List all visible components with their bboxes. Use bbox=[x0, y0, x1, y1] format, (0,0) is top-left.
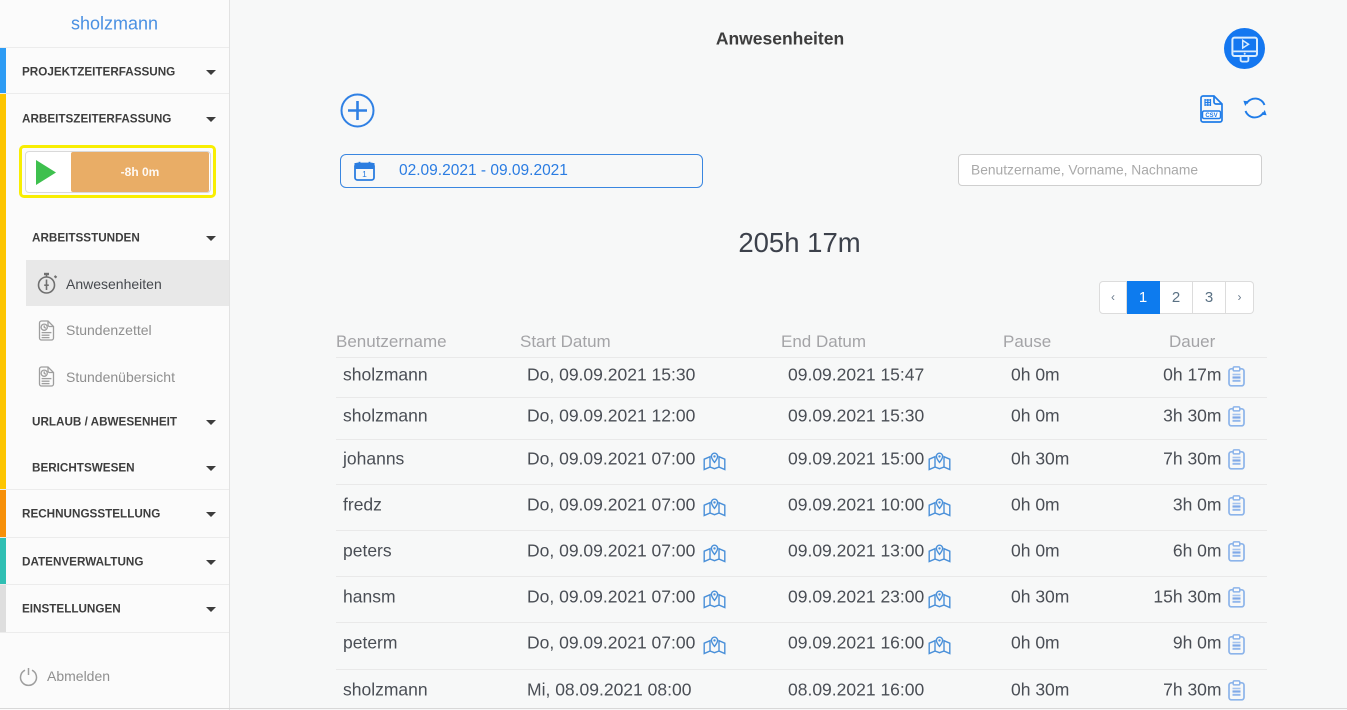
svg-text:1: 1 bbox=[362, 169, 367, 179]
svg-text:CSV: CSV bbox=[1205, 113, 1217, 119]
